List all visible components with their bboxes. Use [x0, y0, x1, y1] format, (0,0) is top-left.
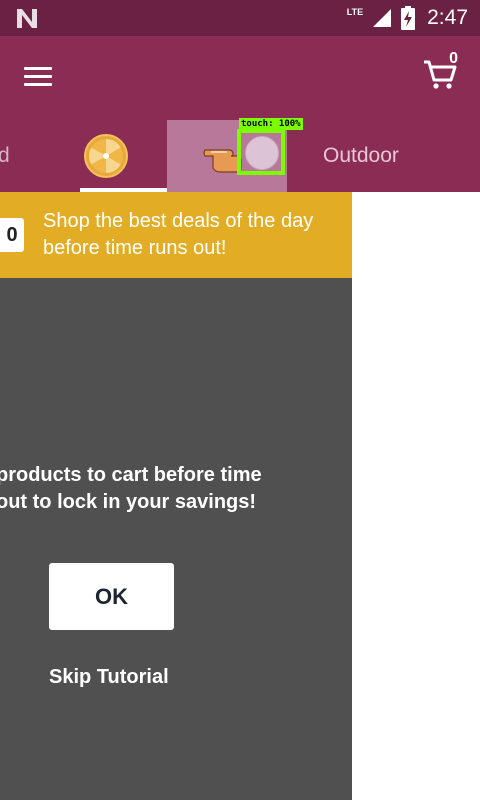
- countdown-timer: 0: [0, 218, 24, 252]
- hamburger-menu-icon[interactable]: [24, 62, 60, 94]
- skip-tutorial-link[interactable]: Skip Tutorial: [49, 666, 169, 689]
- tutorial-message: products to cart before time out to lock…: [0, 462, 336, 516]
- status-bar: LTE 2:47: [0, 0, 480, 36]
- ok-button[interactable]: OK: [49, 563, 174, 630]
- banner-text: Shop the best deals of the day before ti…: [43, 210, 314, 259]
- tab-outdoor[interactable]: Outdoor: [323, 144, 399, 168]
- signal-icon: [373, 9, 392, 27]
- network-type: LTE: [346, 7, 364, 17]
- touch-indicator-box: [237, 129, 285, 175]
- status-icons: LTE 2:47: [347, 0, 468, 36]
- battery-charging-icon: [401, 6, 416, 30]
- tutorial-overlay: products to cart before time out to lock…: [0, 278, 352, 800]
- cart-count-badge: 0: [449, 50, 458, 67]
- touch-indicator-label: touch: 100%: [239, 118, 303, 130]
- deals-banner: 0 Shop the best deals of the day before …: [0, 192, 352, 278]
- deals-wheel-icon: [84, 134, 128, 178]
- tutorial-message-line-1: products to cart before time: [0, 464, 262, 486]
- android-n-icon: [17, 9, 37, 28]
- screen: LTE 2:47 0 d Outdoor touch: 100% 0 Shop …: [0, 0, 480, 800]
- tab-partial[interactable]: d: [0, 144, 10, 168]
- tutorial-message-line-2: out to lock in your savings!: [0, 491, 257, 513]
- app-bar: 0: [0, 36, 480, 120]
- cart-button[interactable]: 0: [422, 50, 462, 96]
- clock: 2:47: [427, 6, 468, 29]
